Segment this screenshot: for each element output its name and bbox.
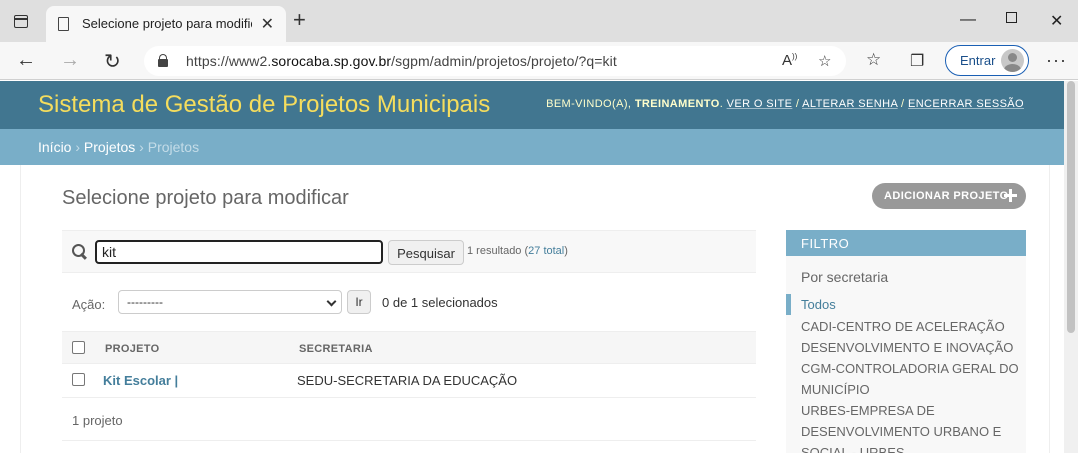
search-icon	[72, 244, 87, 259]
total-link[interactable]: 27 total	[528, 245, 564, 257]
chevron-down-icon	[326, 296, 337, 307]
actions-bar: Ação: --------- Ir 0 de 1 selecionados	[62, 290, 756, 322]
add-favorite-icon[interactable]: ☆	[818, 52, 831, 70]
sign-in-button[interactable]: Entrar	[945, 45, 1029, 76]
filter-panel: FILTRO Por secretaria Todos CADI-CENTRO …	[786, 230, 1026, 453]
forward-icon[interactable]: →	[60, 49, 80, 72]
new-tab-icon[interactable]: +	[293, 9, 306, 31]
add-project-label: ADICIONAR PROJETO	[884, 190, 1009, 202]
breadcrumb: Início › Projetos › Projetos	[0, 129, 1064, 165]
page-title: Selecione projeto para modificar	[62, 187, 349, 209]
logout-link[interactable]: Encerrar sessão	[908, 98, 1024, 110]
search-toolbar: Pesquisar 1 resultado (27 total)	[62, 230, 756, 273]
column-header-secretaria[interactable]: SECRETARIA	[299, 343, 373, 355]
maximize-icon[interactable]	[1006, 12, 1017, 23]
sign-in-label: Entrar	[960, 53, 996, 68]
site-name[interactable]: Sistema de Gestão de Projetos Municipais	[38, 91, 490, 119]
column-header-projeto[interactable]: PROJETO	[105, 343, 159, 355]
close-tab-icon[interactable]: ✕	[261, 14, 274, 34]
site-header: Sistema de Gestão de Projetos Municipais…	[0, 81, 1064, 129]
breadcrumb-home[interactable]: Início	[38, 139, 71, 155]
browser-tab[interactable]: Selecione projeto para modificar ✕	[46, 6, 286, 42]
row-checkbox[interactable]	[72, 373, 85, 386]
filter-item-cgm[interactable]: CGM-CONTROLADORIA GERAL DO MUNICÍPIO	[786, 358, 1026, 400]
search-button[interactable]: Pesquisar	[388, 240, 464, 265]
add-project-button[interactable]: ADICIONAR PROJETO	[872, 183, 1026, 209]
refresh-icon[interactable]: ↻	[104, 49, 121, 74]
tab-title: Selecione projeto para modificar	[82, 16, 252, 31]
back-icon[interactable]: ←	[16, 49, 36, 72]
filter-list: Todos CADI-CENTRO DE ACELERAÇÃO DESENVOL…	[786, 294, 1026, 453]
filter-header: FILTRO	[786, 230, 1026, 256]
url-text: https://www2.sorocaba.sp.gov.br/sgpm/adm…	[186, 53, 617, 69]
plus-icon	[1004, 189, 1017, 202]
username: TREINAMENTO	[634, 98, 720, 110]
action-select[interactable]: ---------	[118, 290, 342, 314]
filter-title: FILTRO	[801, 236, 850, 251]
select-all-checkbox[interactable]	[72, 341, 85, 354]
go-button[interactable]: Ir	[347, 290, 371, 314]
action-selected-option: ---------	[127, 295, 163, 309]
breadcrumb-current: Projetos	[147, 139, 200, 155]
profile-avatar-icon	[1001, 49, 1024, 72]
breadcrumb-app[interactable]: Projetos	[84, 139, 135, 155]
window-menu-icon[interactable]	[14, 15, 28, 28]
filter-subtitle: Por secretaria	[801, 269, 889, 285]
page-scrollbar[interactable]	[1064, 81, 1078, 453]
scrollbar-thumb[interactable]	[1067, 81, 1075, 333]
page-favicon-icon	[58, 17, 69, 31]
minimize-icon[interactable]: —	[960, 11, 976, 29]
result-count: 1 resultado (27 total)	[467, 245, 568, 257]
content: Selecione projeto para modificar ADICION…	[20, 165, 1050, 453]
paginator: 1 projeto	[62, 398, 756, 441]
welcome-text: Bem-vindo(a),	[546, 98, 632, 110]
project-link[interactable]: Kit Escolar |	[103, 373, 178, 388]
favorites-icon[interactable]: ☆	[866, 50, 881, 70]
lock-icon[interactable]	[158, 54, 168, 67]
user-tools: Bem-vindo(a), TREINAMENTO. Ver o site / …	[546, 98, 1024, 110]
table-header: PROJETO SECRETARIA	[62, 331, 756, 364]
collections-icon[interactable]: ❐	[910, 51, 924, 71]
close-window-icon[interactable]: ✕	[1050, 11, 1063, 31]
paginator-text: 1 projeto	[72, 413, 123, 428]
view-site-link[interactable]: Ver o site	[727, 98, 793, 110]
read-aloud-icon[interactable]: A))	[782, 52, 797, 69]
filter-item-todos[interactable]: Todos	[786, 294, 1026, 315]
url-field[interactable]: https://www2.sorocaba.sp.gov.br/sgpm/adm…	[144, 46, 846, 76]
search-input[interactable]	[95, 240, 383, 264]
action-counter: 0 de 1 selecionados	[382, 295, 498, 310]
actions-label: Ação:	[72, 297, 106, 312]
address-bar: ← → ↻ https://www2.sorocaba.sp.gov.br/sg…	[0, 42, 1078, 80]
filter-item-urbes[interactable]: URBES-EMPRESA DE DESENVOLVIMENTO URBANO …	[786, 400, 1026, 453]
change-password-link[interactable]: Alterar senha	[802, 98, 897, 110]
secretaria-cell: SEDU-SECRETARIA DA EDUCAÇÃO	[297, 373, 518, 388]
more-options-icon[interactable]: ···	[1046, 50, 1067, 71]
table-row: Kit Escolar | SEDU-SECRETARIA DA EDUCAÇÃ…	[62, 364, 756, 398]
browser-tab-bar: Selecione projeto para modificar ✕ + — ✕	[0, 0, 1078, 42]
filter-item-cadi[interactable]: CADI-CENTRO DE ACELERAÇÃO DESENVOLVIMENT…	[786, 316, 1026, 358]
page: Sistema de Gestão de Projetos Municipais…	[0, 81, 1078, 453]
